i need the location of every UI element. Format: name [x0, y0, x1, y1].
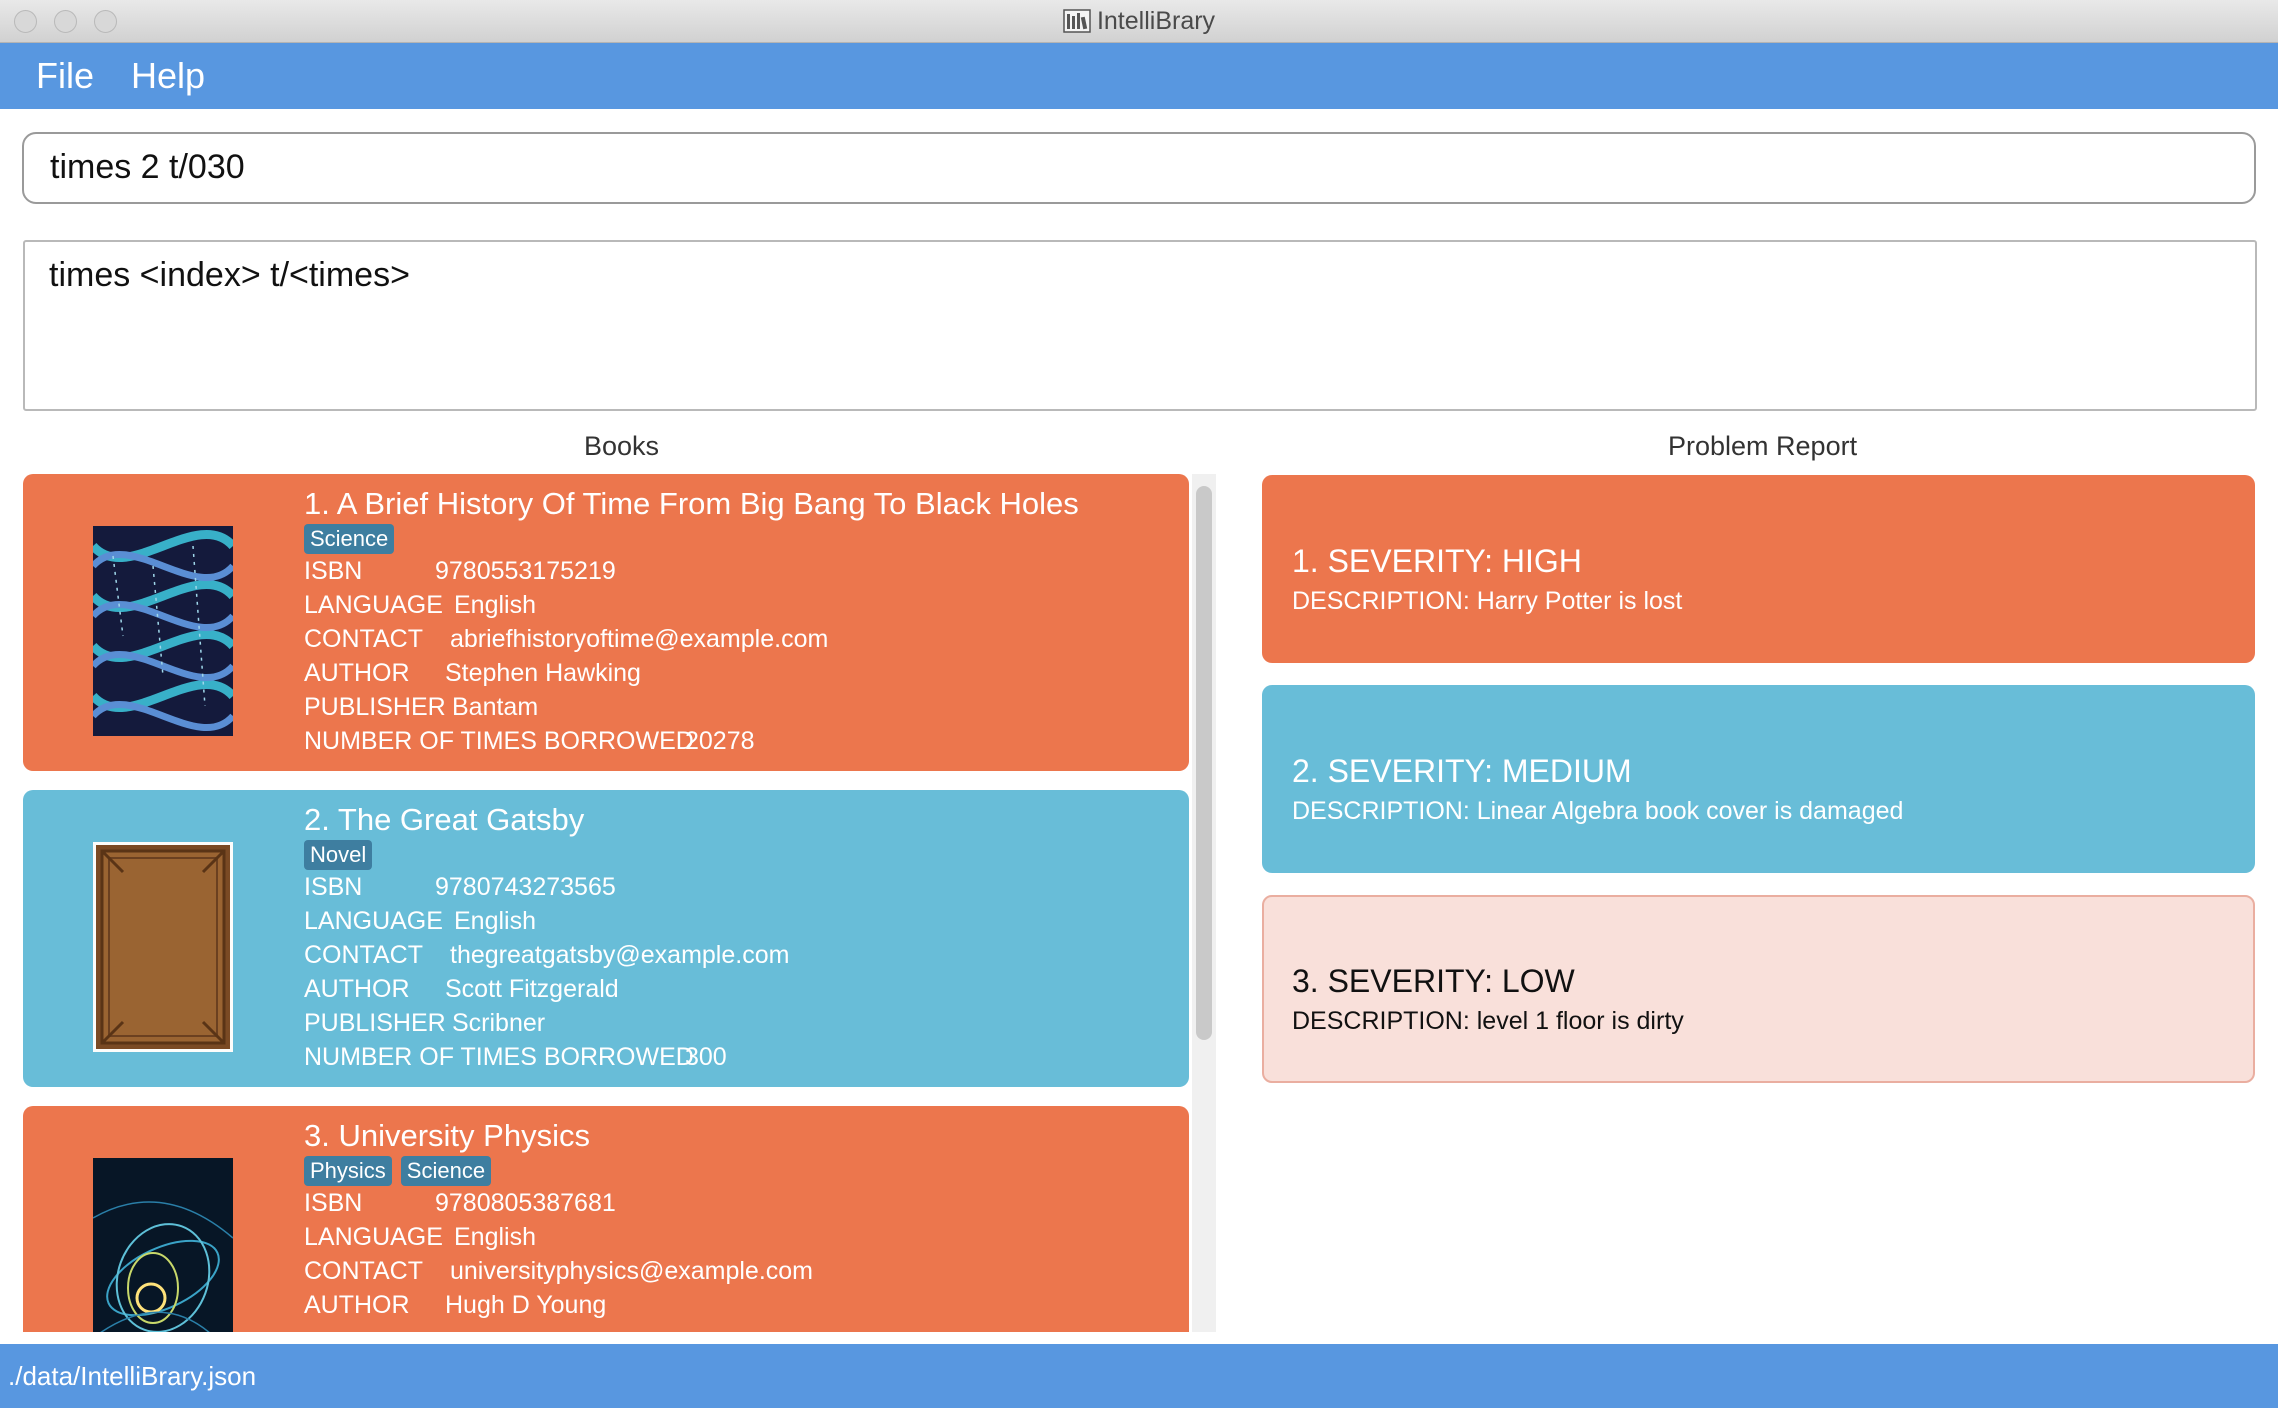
book-tag: Novel [304, 840, 373, 870]
field-label: CONTACT [304, 1257, 423, 1285]
book-tags: Novel [304, 840, 381, 870]
field-value: 20278 [685, 727, 755, 755]
book-field-isbn: ISBN 9780743273565 [304, 873, 616, 902]
book-field-author: AUTHOR Stephen Hawking [304, 659, 641, 688]
problem-severity: 2. SEVERITY: MEDIUM [1292, 753, 1632, 789]
field-value: universityphysics@example.com [450, 1257, 814, 1285]
book-list[interactable]: 1. A Brief History Of Time From Big Bang… [23, 474, 1189, 1332]
window-title: IntelliBrary [0, 7, 2278, 36]
title-bar: IntelliBrary [0, 0, 2278, 43]
book-list-scrollbar-thumb[interactable] [1196, 486, 1212, 1040]
result-display-text: times <index> t/<times> [49, 256, 410, 294]
data-file-path: ./data/IntelliBrary.json [8, 1361, 257, 1391]
field-label: CONTACT [304, 625, 423, 653]
book-title: 2. The Great Gatsby [304, 802, 585, 837]
field-label: ISBN [304, 557, 363, 585]
field-label: NUMBER OF TIMES BORROWED [304, 727, 694, 755]
book-tag: Science [400, 1156, 492, 1186]
problem-severity: 3. SEVERITY: LOW [1292, 963, 1575, 999]
field-label: LANGUAGE [304, 1223, 443, 1251]
field-label: ISBN [304, 873, 363, 901]
field-value: abriefhistoryoftime@example.com [450, 625, 829, 653]
field-label: AUTHOR [304, 1291, 410, 1319]
menu-bar: File Help [0, 43, 2278, 109]
book-title: 1. A Brief History Of Time From Big Bang… [304, 486, 1079, 521]
book-field-isbn: ISBN 9780553175219 [304, 557, 616, 586]
field-value: 9780743273565 [435, 873, 616, 901]
book-field-contact: CONTACT abriefhistoryoftime@example.com [304, 625, 828, 654]
book-field-language: LANGUAGE English [304, 907, 536, 936]
field-label: LANGUAGE [304, 591, 443, 619]
field-label: AUTHOR [304, 659, 410, 687]
field-label: PUBLISHER [304, 693, 446, 721]
status-bar: ./data/IntelliBrary.json [0, 1344, 2278, 1408]
book-field-publisher: PUBLISHER Bantam [304, 693, 538, 722]
book-tags: Science [304, 524, 403, 554]
book-tag: Science [304, 524, 395, 554]
field-value: Scott Fitzgerald [445, 975, 619, 1003]
books-heading: Books [584, 431, 660, 461]
field-value: English [454, 1223, 536, 1251]
field-label: ISBN [304, 1189, 363, 1217]
book-field-contact: CONTACT thegreatgatsby@example.com [304, 941, 789, 970]
problem-card[interactable]: 3. SEVERITY: LOW DESCRIPTION: level 1 fl… [1262, 895, 2255, 1083]
book-cover-image [93, 842, 233, 1052]
book-field-publisher: PUBLISHER Scribner [304, 1009, 545, 1038]
field-label: LANGUAGE [304, 907, 443, 935]
book-tags: Physics Science [304, 1156, 500, 1186]
book-field-contact: CONTACT universityphysics@example.com [304, 1257, 813, 1286]
book-field-times-borrowed: NUMBER OF TIMES BORROWED 300 [304, 1043, 727, 1072]
problem-card[interactable]: 2. SEVERITY: MEDIUM DESCRIPTION: Linear … [1262, 685, 2255, 873]
window-title-text: IntelliBrary [1096, 7, 1216, 35]
problem-report-heading: Problem Report [1668, 431, 1858, 461]
book-cover-image [93, 1158, 233, 1332]
problem-description: DESCRIPTION: level 1 floor is dirty [1292, 1007, 1684, 1035]
book-field-language: LANGUAGE English [304, 591, 536, 620]
menu-file[interactable]: File [36, 55, 94, 97]
field-value: Stephen Hawking [445, 659, 641, 687]
result-display[interactable]: times <index> t/<times> [23, 240, 2257, 411]
command-input[interactable]: times 2 t/030 [22, 132, 2256, 204]
app-icon [1063, 9, 1091, 33]
field-value: 9780805387681 [435, 1189, 616, 1217]
book-field-language: LANGUAGE English [304, 1223, 536, 1252]
problem-card[interactable]: 1. SEVERITY: HIGH DESCRIPTION: Harry Pot… [1262, 475, 2255, 663]
problem-description: DESCRIPTION: Linear Algebra book cover i… [1292, 797, 1904, 825]
field-label: NUMBER OF TIMES BORROWED [304, 1043, 694, 1071]
field-value: Scribner [452, 1009, 546, 1037]
problem-severity: 1. SEVERITY: HIGH [1292, 543, 1582, 579]
field-value: English [454, 591, 536, 619]
book-cover-image [93, 526, 233, 736]
field-label: CONTACT [304, 941, 423, 969]
book-card[interactable]: 3. University Physics Physics Science ISB… [23, 1106, 1189, 1332]
field-label: PUBLISHER [304, 1009, 446, 1037]
field-value: thegreatgatsby@example.com [450, 941, 790, 969]
field-label: AUTHOR [304, 975, 410, 1003]
book-field-isbn: ISBN 9780805387681 [304, 1189, 616, 1218]
book-field-author: AUTHOR Hugh D Young [304, 1291, 606, 1320]
menu-help[interactable]: Help [131, 55, 205, 97]
book-field-times-borrowed: NUMBER OF TIMES BORROWED 20278 [304, 727, 755, 756]
problem-description: DESCRIPTION: Harry Potter is lost [1292, 587, 1683, 615]
book-field-author: AUTHOR Scott Fitzgerald [304, 975, 619, 1004]
command-input-text: times 2 t/030 [50, 148, 245, 186]
field-value: Hugh D Young [445, 1291, 607, 1319]
book-card[interactable]: 1. A Brief History Of Time From Big Bang… [23, 474, 1189, 771]
field-value: 9780553175219 [435, 557, 616, 585]
field-value: English [454, 907, 536, 935]
field-value: Bantam [452, 693, 539, 721]
field-value: 300 [685, 1043, 727, 1071]
book-tag: Physics [304, 1156, 392, 1186]
book-card[interactable]: 2. The Great Gatsby Novel ISBN 978074327… [23, 790, 1189, 1087]
book-title: 3. University Physics [304, 1118, 590, 1153]
